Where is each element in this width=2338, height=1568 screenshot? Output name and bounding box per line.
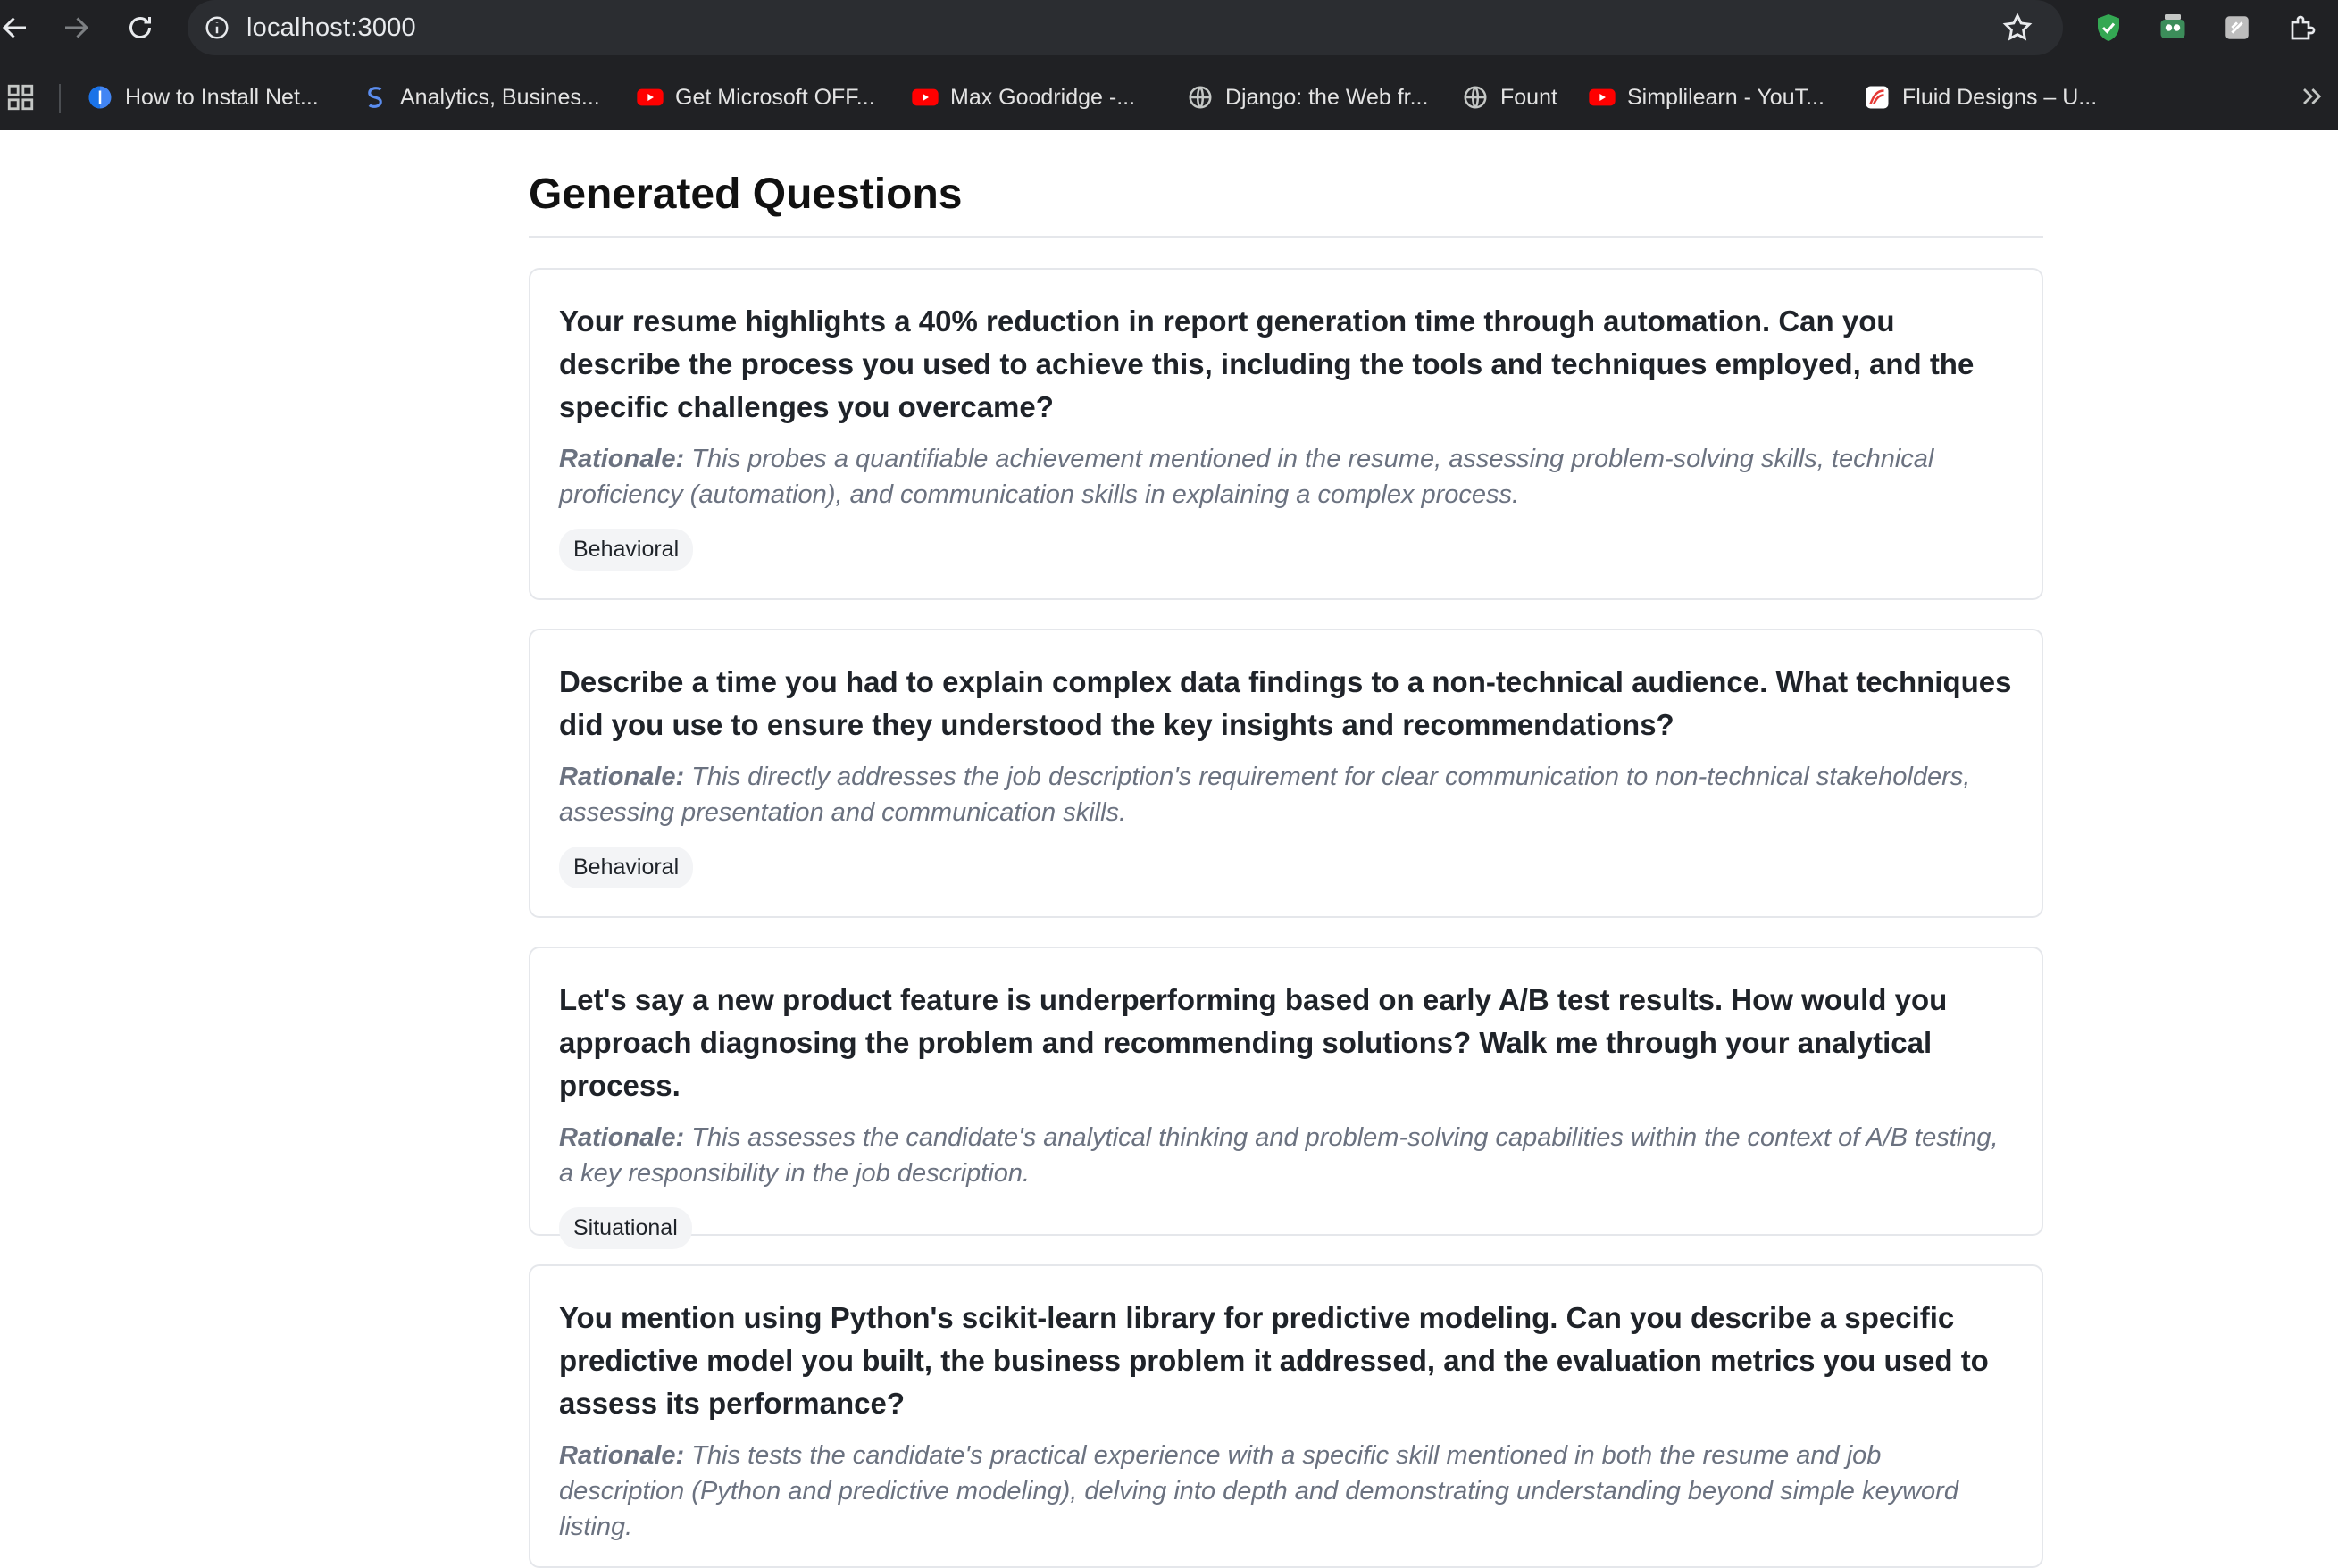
bookmark-label: Simplilearn - YouT...	[1627, 84, 1824, 110]
site-info-icon[interactable]	[188, 0, 246, 55]
arrow-right-icon	[65, 17, 89, 38]
rationale-text: Rationale: This assesses the candidate's…	[559, 1120, 2013, 1191]
address-bar[interactable]: localhost:3000	[188, 0, 2063, 55]
bookmark-star-icon[interactable]	[2000, 11, 2034, 45]
rationale-text: Rationale: This tests the candidate's pr…	[559, 1438, 2013, 1545]
browser-chrome: localhost:3000 How to Install Net... Ana…	[0, 0, 2338, 130]
question-card: Describe a time you had to explain compl…	[529, 629, 2043, 918]
bookmark-label: Get Microsoft OFF...	[675, 84, 875, 110]
bookmark-item[interactable]: How to Install Net...	[86, 75, 319, 120]
extensions-puzzle-icon[interactable]	[2284, 9, 2322, 46]
question-type-tag: Situational	[559, 1207, 692, 1249]
reload-button[interactable]	[107, 0, 173, 55]
bookmark-item[interactable]: Fount	[1461, 75, 1557, 120]
bookmark-item[interactable]: Simplilearn - YouT...	[1588, 75, 1824, 120]
globe-blue-icon	[86, 83, 114, 112]
bookmark-item[interactable]: Fluid Designs – U...	[1863, 75, 2097, 120]
bookmark-item[interactable]: Analytics, Busines...	[361, 75, 600, 120]
reload-icon	[129, 17, 151, 38]
question-text: Your resume highlights a 40% reduction i…	[559, 304, 1975, 423]
s-logo-icon	[361, 83, 389, 112]
bookmark-label: How to Install Net...	[125, 84, 319, 110]
question-card: Your resume highlights a 40% reduction i…	[529, 268, 2043, 600]
rationale-body: This directly addresses the job descript…	[559, 763, 1971, 827]
back-button[interactable]	[0, 0, 48, 55]
fluid-logo-icon	[1863, 83, 1891, 112]
forward-button[interactable]	[43, 0, 109, 55]
browser-toolbar: localhost:3000	[0, 0, 2338, 55]
question-type-tag: Behavioral	[559, 529, 694, 571]
rationale-body: This probes a quantifiable achievement m…	[559, 445, 1934, 509]
bookmark-item[interactable]: Django: the Web fr...	[1186, 75, 1428, 120]
rationale-label: Rationale:	[559, 763, 685, 791]
robot-extension-icon[interactable]	[2154, 9, 2192, 46]
url-text[interactable]: localhost:3000	[246, 13, 416, 43]
youtube-icon	[911, 83, 939, 112]
apps-grid-icon[interactable]	[5, 82, 36, 113]
question-text: Let's say a new product feature is under…	[559, 983, 1948, 1102]
bookmark-label: Django: the Web fr...	[1225, 84, 1429, 110]
bookmark-item[interactable]: Get Microsoft OFF...	[636, 75, 875, 120]
title-divider	[529, 236, 2043, 238]
globe-icon	[1461, 83, 1490, 112]
arrow-left-icon	[2, 17, 26, 38]
question-card: You mention using Python's scikit-learn …	[529, 1264, 2043, 1568]
rationale-label: Rationale:	[559, 445, 685, 473]
youtube-icon	[1588, 83, 1616, 112]
bookmark-label: Analytics, Busines...	[400, 84, 600, 110]
youtube-icon	[636, 83, 664, 112]
chevron-double-right-icon[interactable]	[2297, 82, 2325, 111]
bookmark-label: Fluid Designs – U...	[1902, 84, 2098, 110]
question-text: You mention using Python's scikit-learn …	[559, 1301, 1989, 1420]
rationale-body: This tests the candidate's practical exp…	[559, 1441, 1958, 1541]
rationale-text: Rationale: This probes a quantifiable ac…	[559, 441, 2013, 513]
bookmarks-bar: How to Install Net... Analytics, Busines…	[0, 75, 2338, 120]
bookmark-label: Max Goodridge -...	[950, 84, 1136, 110]
bookmarks-separator	[59, 84, 61, 113]
rationale-body: This assesses the candidate's analytical…	[559, 1123, 1999, 1188]
question-text: Describe a time you had to explain compl…	[559, 665, 2012, 741]
rationale-label: Rationale:	[559, 1441, 685, 1470]
globe-icon	[1186, 83, 1215, 112]
bookmark-label: Fount	[1500, 84, 1557, 110]
page-content: Generated Questions Your resume highligh…	[0, 130, 2338, 1568]
rationale-label: Rationale:	[559, 1123, 685, 1152]
notes-extension-icon[interactable]	[2218, 9, 2256, 46]
rationale-text: Rationale: This directly addresses the j…	[559, 759, 2013, 830]
bookmark-item[interactable]: Max Goodridge -...	[911, 75, 1135, 120]
shield-extension-icon[interactable]	[2090, 9, 2127, 46]
question-card: Let's say a new product feature is under…	[529, 947, 2043, 1249]
page-title: Generated Questions	[529, 171, 963, 218]
question-type-tag: Behavioral	[559, 847, 694, 888]
